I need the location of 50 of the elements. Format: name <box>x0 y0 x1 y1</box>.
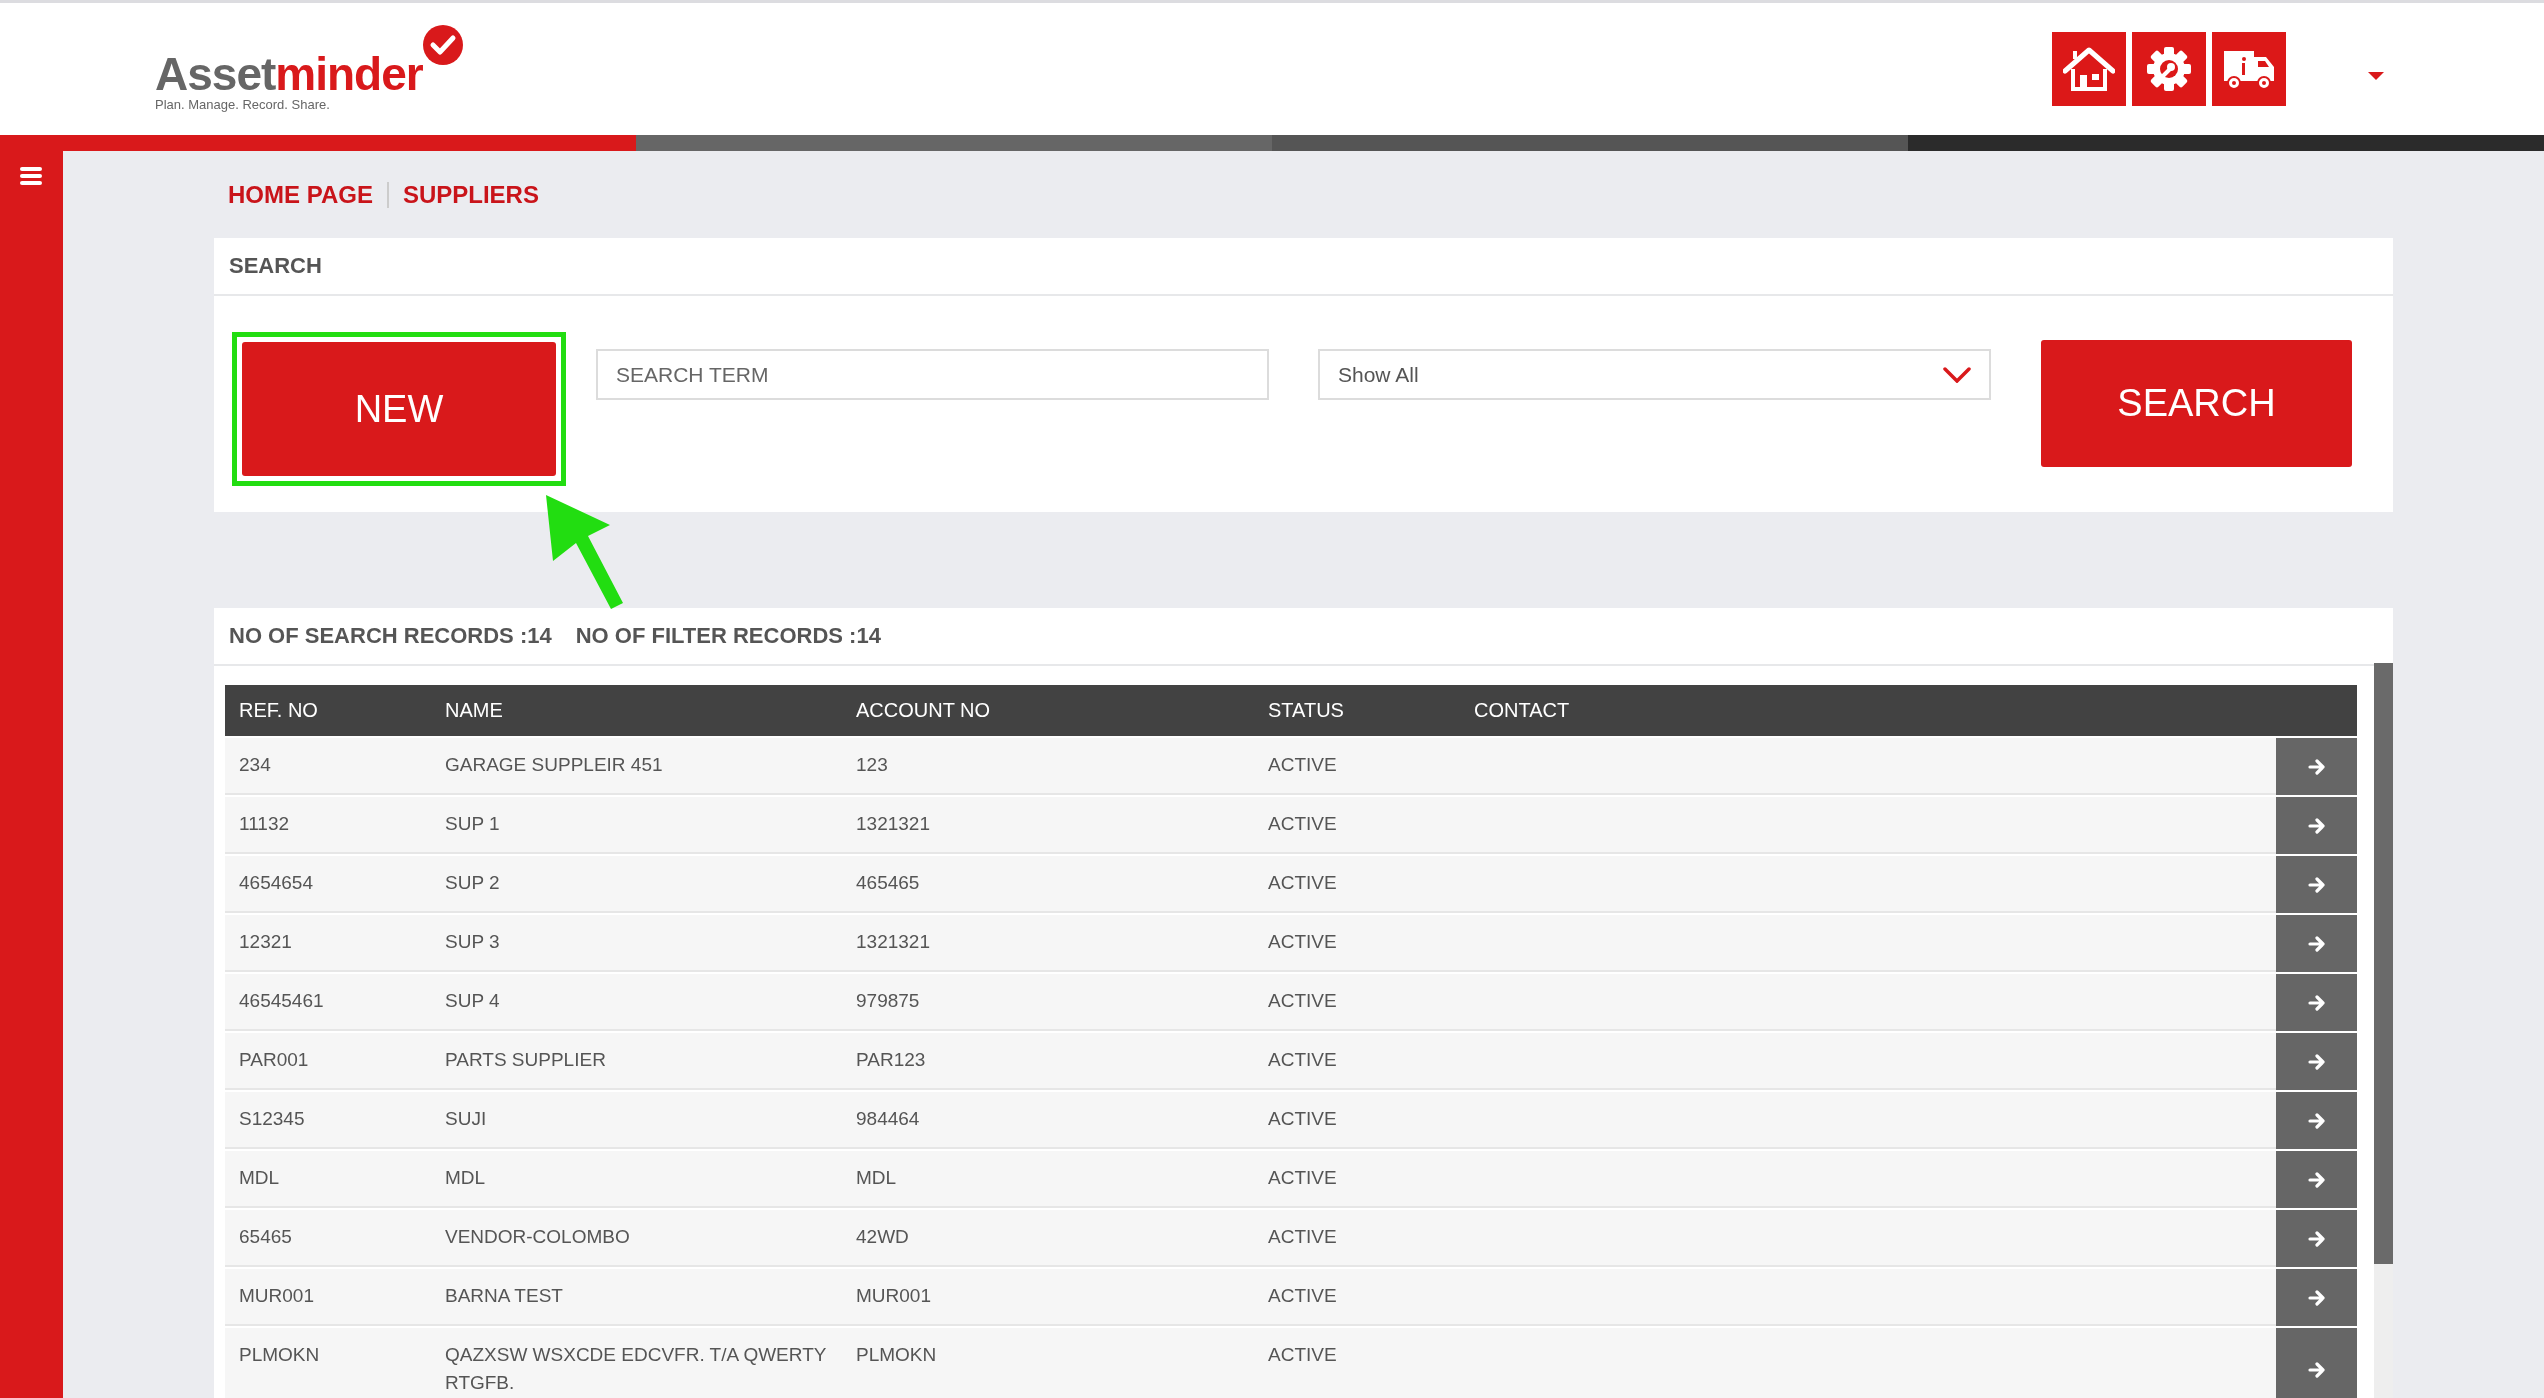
record-count: NO OF FILTER RECORDS :14 <box>575 623 881 649</box>
chevron-down-icon <box>1943 366 1971 383</box>
arrow-right-icon <box>2307 935 2326 952</box>
settings-button[interactable] <box>2132 32 2206 106</box>
column-header: STATUS <box>1267 699 1345 722</box>
open-row-button[interactable] <box>2276 1328 2357 1398</box>
vehicle-info-button[interactable] <box>2212 32 2286 106</box>
filter-dropdown[interactable]: Show All <box>1318 349 1991 400</box>
menu-icon[interactable] <box>20 166 42 186</box>
arrow-right-icon <box>2307 1112 2326 1129</box>
table-cell: PLMOKN <box>225 1328 431 1398</box>
open-row-button[interactable] <box>2276 738 2357 795</box>
arrow-right-icon <box>2307 1362 2326 1378</box>
column-header: CONTACT <box>1473 699 1571 722</box>
column-header: ACCOUNT NO <box>855 699 992 722</box>
scrollbar[interactable] <box>2374 663 2393 1398</box>
open-row-button[interactable] <box>2276 856 2357 913</box>
search-button[interactable]: SEARCH <box>2041 340 2352 467</box>
check-icon <box>422 24 463 65</box>
arrow-right-icon <box>2307 817 2326 834</box>
breadcrumb-link[interactable]: HOME PAGE <box>228 181 373 209</box>
open-row-button[interactable] <box>2276 1210 2357 1267</box>
dropdown-caret-icon[interactable] <box>2368 72 2384 80</box>
table-cell: QAZXSW WSXCDE EDCVFR. T/A QWERTY RTGFB. <box>431 1328 842 1398</box>
open-row-button[interactable] <box>2276 1092 2357 1149</box>
search-field[interactable]: SEARCH TERM <box>596 349 1269 400</box>
house-icon <box>2063 47 2115 91</box>
breadcrumb-link[interactable]: SUPPLIERS <box>402 181 539 209</box>
arrow-right-icon <box>2307 994 2326 1011</box>
arrow-right-icon <box>2307 1053 2326 1070</box>
table-cell: PLMOKN <box>842 1328 1254 1398</box>
open-row-button[interactable] <box>2276 797 2357 854</box>
arrow-right-icon <box>2307 1171 2326 1188</box>
gear-wrench-icon <box>2147 47 2191 91</box>
arrow-right-icon <box>2307 758 2326 775</box>
home-button[interactable] <box>2052 32 2126 106</box>
open-row-button[interactable] <box>2276 974 2357 1031</box>
open-row-button[interactable] <box>2276 1269 2357 1326</box>
panel-title: SEARCH <box>229 253 322 279</box>
arrow-right-icon <box>2307 1289 2326 1306</box>
arrow-right-icon <box>2307 876 2326 893</box>
column-header: NAME <box>444 699 504 722</box>
open-row-button[interactable] <box>2276 1033 2357 1090</box>
open-row-button[interactable] <box>2276 1151 2357 1208</box>
column-header: REF. NO <box>238 699 319 722</box>
table-cell: ACTIVE <box>1254 1328 1460 1398</box>
open-row-button[interactable] <box>2276 915 2357 972</box>
arrow-right-icon <box>2307 1230 2326 1247</box>
record-count: NO OF SEARCH RECORDS :14 <box>229 623 552 649</box>
new-button[interactable]: NEW <box>242 342 556 476</box>
